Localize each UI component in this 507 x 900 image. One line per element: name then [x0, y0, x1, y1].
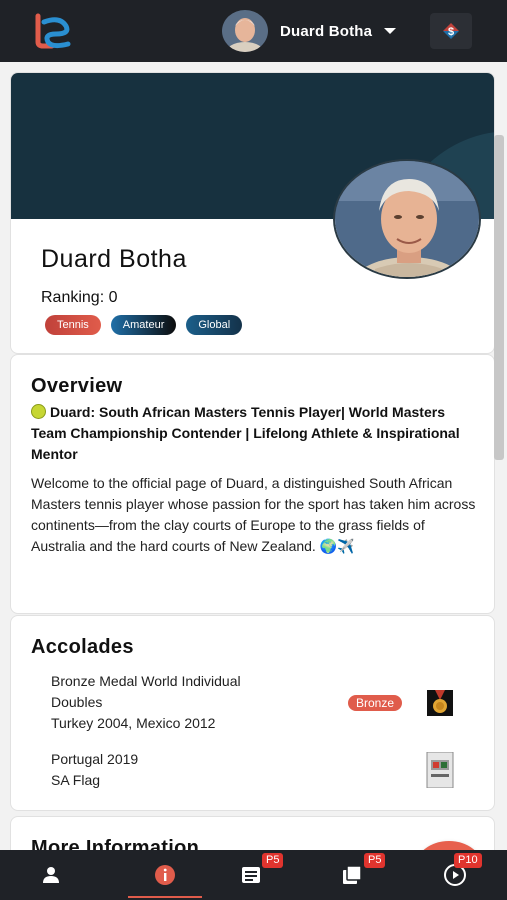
- main-content[interactable]: Duard Botha Ranking: 0 Tennis Amateur Gl…: [0, 62, 507, 850]
- library-icon: [343, 865, 362, 884]
- accolade-2-line-1: Portugal 2019: [51, 751, 139, 767]
- accolade-1-line-3: Turkey 2004, Mexico 2012: [51, 715, 216, 731]
- brand-logo-icon[interactable]: [30, 12, 78, 50]
- info-icon: [155, 865, 175, 885]
- wallet-button[interactable]: $: [430, 13, 472, 49]
- nav-play-badge: P10: [454, 853, 482, 868]
- medal-icon: [425, 690, 455, 716]
- user-name: Duard Botha: [280, 22, 373, 40]
- profile-avatar[interactable]: [333, 159, 481, 279]
- user-menu[interactable]: Duard Botha: [222, 10, 397, 52]
- profile-name: Duard Botha: [41, 245, 187, 273]
- top-app-bar: Duard Botha $: [0, 0, 507, 62]
- accolade-1-line-1: Bronze Medal World Individual: [51, 673, 241, 689]
- badge-tennis: Tennis: [45, 315, 101, 335]
- flag-icon: [425, 751, 455, 789]
- bottom-navigation: P5 P5 P10: [0, 850, 507, 900]
- svg-text:$: $: [448, 26, 454, 38]
- more-info-card: More Information: [10, 816, 495, 850]
- accolades-title: Accolades: [31, 636, 134, 658]
- nav-profile[interactable]: [14, 850, 88, 900]
- scrollbar[interactable]: [494, 135, 504, 460]
- accolades-card: Accolades Bronze Medal World Individual …: [10, 615, 495, 811]
- person-icon: [43, 867, 59, 883]
- nav-library-badge: P5: [364, 853, 386, 868]
- profile-card: Duard Botha Ranking: 0 Tennis Amateur Gl…: [10, 72, 495, 354]
- overview-body: Welcome to the official page of Duard, a…: [31, 475, 476, 554]
- nav-library[interactable]: P5: [316, 850, 390, 900]
- chevron-down-icon: [384, 28, 397, 34]
- nav-list-badge: P5: [262, 853, 284, 868]
- wallet-dollar-icon: $: [443, 23, 459, 39]
- accolade-2-line-2: SA Flag: [51, 772, 101, 788]
- overview-card: Overview Duard: South African Masters Te…: [10, 354, 495, 614]
- ranking-text: Ranking: 0: [41, 289, 118, 306]
- badge-amateur: Amateur: [110, 315, 177, 335]
- list-icon: [242, 867, 260, 883]
- nav-play[interactable]: P10: [418, 850, 492, 900]
- tennis-ball-icon: [31, 404, 46, 419]
- badge-global: Global: [186, 315, 243, 335]
- more-info-title: More Information: [31, 837, 200, 850]
- sport-badges: Tennis Amateur Global: [45, 315, 243, 335]
- nav-info[interactable]: [128, 850, 202, 900]
- overview-headline-text: Duard: South African Masters Tennis Play…: [31, 404, 460, 462]
- accolade-1-line-2: Doubles: [51, 694, 103, 710]
- avatar: [222, 10, 268, 52]
- overview-headline: Duard: South African Masters Tennis Play…: [31, 402, 471, 465]
- overview-title: Overview: [31, 375, 123, 397]
- nav-list[interactable]: P5: [214, 850, 288, 900]
- bronze-badge: Bronze: [348, 695, 403, 711]
